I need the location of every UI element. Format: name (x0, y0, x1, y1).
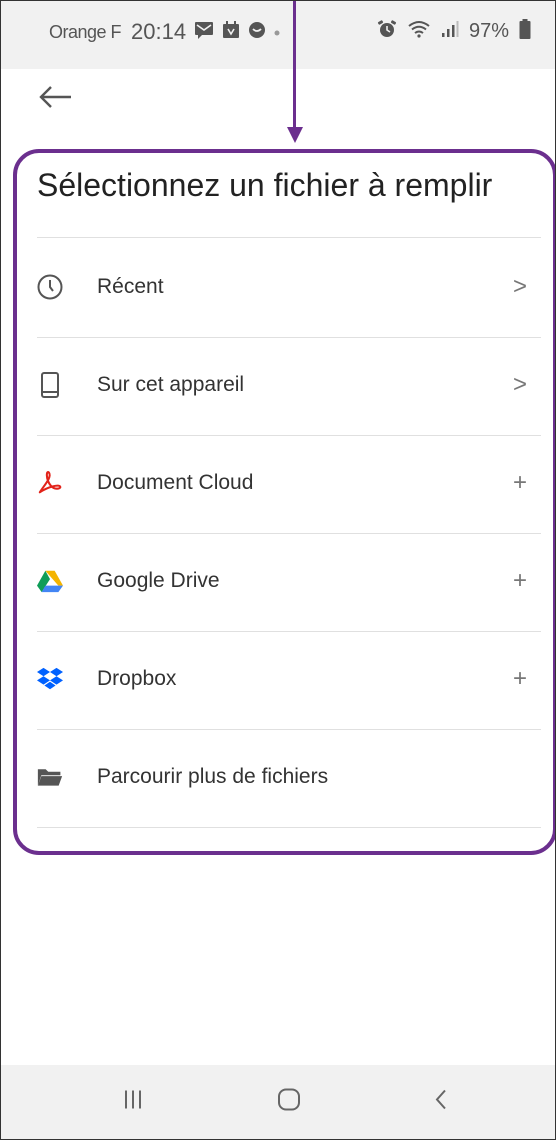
status-left: Orange F 20:14 (49, 19, 280, 45)
plus-icon: + (512, 665, 527, 692)
list-item-label: Sur cet appareil (97, 373, 245, 396)
page-title: Sélectionnez un fichier à remplir (37, 167, 493, 203)
list-item-label: Récent (97, 275, 164, 298)
carrier-name: Orange F (49, 21, 122, 42)
chat-notification-icon (248, 21, 266, 44)
list-item-label: Google Drive (97, 569, 220, 592)
plus-icon: + (512, 567, 527, 594)
battery-icon (519, 19, 531, 44)
back-nav-icon[interactable] (433, 1088, 449, 1117)
list-item-on-device[interactable]: Sur cet appareil > (37, 337, 541, 433)
list-item-browse-more[interactable]: Parcourir plus de fichiers (37, 729, 541, 825)
list-item-label: Dropbox (97, 667, 177, 690)
acrobat-icon (37, 470, 63, 496)
status-bar: Orange F 20:14 97% (1, 1, 555, 69)
navigation-bar (1, 1065, 555, 1139)
dropbox-icon (37, 666, 63, 692)
annotation-arrow-head (287, 127, 303, 143)
alarm-icon (377, 19, 397, 44)
status-time: 20:14 (131, 19, 187, 44)
wifi-icon (407, 20, 431, 43)
phone-device-icon (37, 372, 63, 398)
list-item-document-cloud[interactable]: Document Cloud + (37, 435, 541, 531)
list-item-google-drive[interactable]: Google Drive + (37, 533, 541, 629)
signal-icon (441, 20, 459, 43)
calendar-notification-icon (222, 20, 240, 44)
folder-icon (37, 764, 63, 790)
list-item-dropbox[interactable]: Dropbox + (37, 631, 541, 727)
annotation-arrow-shaft (293, 1, 296, 131)
battery-percent: 97% (468, 20, 509, 42)
google-drive-icon (37, 568, 63, 594)
list-item-recent[interactable]: Récent > (37, 239, 541, 335)
status-right: 97% (377, 19, 531, 44)
list-item-label: Document Cloud (97, 471, 254, 494)
divider (37, 827, 541, 828)
chevron-right-icon: > (512, 371, 527, 398)
back-button[interactable] (37, 77, 77, 117)
divider (37, 237, 541, 238)
phone-screen: Orange F 20:14 97% Sélectionnez un fichi… (0, 0, 556, 1140)
list-item-label: Parcourir plus de fichiers (97, 765, 329, 788)
plus-icon: + (512, 469, 527, 496)
recent-apps-icon[interactable] (123, 1089, 143, 1116)
message-notification-icon (194, 21, 214, 44)
chevron-right-icon: > (512, 273, 527, 300)
dot-notification-icon (274, 23, 280, 41)
arrow-left-icon (37, 86, 77, 121)
home-icon[interactable] (277, 1088, 301, 1117)
clock-icon (37, 274, 63, 300)
